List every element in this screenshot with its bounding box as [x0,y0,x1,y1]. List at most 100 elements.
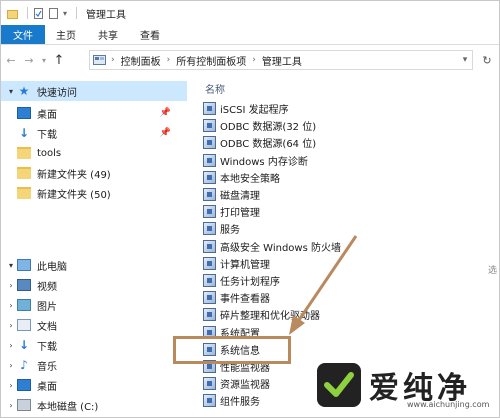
list-item[interactable]: 磁盘清理 [203,186,260,203]
list-item-label: 组件服务 [220,397,260,409]
pin-icon[interactable]: 📌 [160,108,171,118]
pin-icon[interactable]: 📌 [160,128,171,138]
admin-tool-icon [203,256,216,270]
expand-chevron-icon[interactable]: › [5,401,17,410]
list-item-label: 服务 [220,225,240,237]
nav-item-local-disk-c[interactable]: › 本地磁盘 (C:) [1,395,187,415]
nav-label: 图片 [37,301,57,313]
tab-share[interactable]: 共享 [87,25,129,44]
list-item[interactable]: 组件服务 [203,392,260,409]
nav-item-documents[interactable]: › 文档 [1,315,187,335]
nav-label: 此电脑 [37,261,67,273]
back-arrow-icon[interactable]: ← [3,51,19,69]
nav-item-new-folder-50[interactable]: 新建文件夹 (50) [1,183,187,203]
admin-tool-icon [203,222,216,236]
breadcrumb-separator-icon[interactable]: › [252,55,256,65]
admin-tool-icon [203,119,216,133]
quick-access-toolbar: ▾ [7,7,82,19]
tab-home[interactable]: 主页 [45,25,87,44]
list-item-label: 碎片整理和优化驱动器 [220,311,320,323]
breadcrumb-control-panel[interactable]: 控制面板 [121,53,161,68]
expand-chevron-icon[interactable]: › [5,281,17,290]
nav-label: 新建文件夹 (49) [37,169,111,181]
nav-label: 视频 [37,281,57,293]
admin-tool-icon [203,377,216,391]
up-arrow-icon[interactable]: ↑ [51,51,67,69]
title-bar: ▾ 管理工具 [1,1,499,25]
brand-logo-icon [317,363,361,407]
breadcrumb-separator-icon[interactable]: › [167,55,171,65]
download-icon: ↓ [18,126,30,140]
breadcrumb-admin-tools[interactable]: 管理工具 [262,53,302,68]
list-item[interactable]: 资源监视器 [203,375,270,392]
address-bar[interactable]: › 控制面板 › 所有控制面板项 › 管理工具 ▾ [89,50,473,70]
new-folder-icon[interactable] [48,7,59,19]
nav-item-pictures[interactable]: › 图片 [1,295,187,315]
tab-file[interactable]: 文件 [1,25,45,44]
admin-tool-icon [203,170,216,184]
expand-chevron-icon[interactable]: › [5,381,17,390]
music-icon: ♪ [20,358,28,372]
nav-label: 音乐 [37,361,57,373]
list-item[interactable]: 打印管理 [203,203,260,220]
admin-tool-icon [203,153,216,167]
refresh-icon[interactable]: ↻ [479,52,495,68]
nav-item-desktop[interactable]: 桌面 📌 [1,103,187,123]
list-item-label: 高级安全 Windows 防火墙 [220,242,341,254]
folder-icon [7,9,18,19]
list-item[interactable]: 高级安全 Windows 防火墙 [203,238,341,255]
admin-tool-icon [203,205,216,219]
breadcrumb-all-items[interactable]: 所有控制面板项 [176,53,246,68]
toolbar-divider [27,7,28,19]
column-header-name[interactable]: 名称 [205,81,225,96]
properties-icon[interactable] [33,7,44,19]
nav-label: 下载 [37,129,57,141]
list-item[interactable]: 本地安全策略 [203,169,280,186]
list-item[interactable]: 计算机管理 [203,255,270,272]
list-item[interactable]: 碎片整理和优化驱动器 [203,306,320,323]
nav-quick-access[interactable]: ▾ ★ 快速访问 [1,81,187,101]
list-item[interactable]: Windows 内存诊断 [203,152,308,169]
list-item-label: 本地安全策略 [220,173,280,185]
recent-locations-chevron-icon[interactable]: ▾ [39,51,49,69]
folder-icon [17,147,31,159]
nav-item-desktop-pc[interactable]: › 桌面 [1,375,187,395]
list-item-label: 任务计划程序 [220,277,280,288]
list-item[interactable]: 任务计划程序 [203,272,280,289]
nav-item-music[interactable]: › ♪ 音乐 [1,355,187,375]
forward-arrow-icon[interactable]: → [21,51,37,69]
collapse-chevron-icon[interactable]: ▾ [5,261,17,270]
nav-item-tools[interactable]: tools [1,143,187,163]
documents-icon [17,319,31,331]
admin-tool-icon [203,291,216,305]
list-item-label: Windows 内存诊断 [220,156,308,168]
list-item-label: 磁盘清理 [220,191,260,202]
nav-item-downloads-pc[interactable]: › ↓ 下载 [1,335,187,355]
expand-chevron-icon[interactable]: › [5,321,17,330]
list-item-label: 计算机管理 [220,259,270,271]
qat-dropdown-icon[interactable]: ▾ [63,9,67,18]
expand-chevron-icon[interactable]: › [5,301,17,310]
list-item-label: ODBC 数据源(64 位) [220,139,317,151]
admin-tool-icon [203,394,216,408]
list-item[interactable]: ODBC 数据源(32 位) [203,117,316,134]
collapse-chevron-icon[interactable]: ▾ [5,87,17,96]
nav-item-downloads[interactable]: ↓ 下载 📌 [1,123,187,143]
navigation-pane: ▾ ★ 快速访问 桌面 📌 ↓ 下载 📌 tools 新建文件夹 (49) 新建… [1,77,189,417]
nav-item-videos[interactable]: › 视频 [1,275,187,295]
desktop-icon [17,379,31,391]
expand-chevron-icon[interactable]: › [5,341,17,350]
expand-chevron-icon[interactable]: › [5,361,17,370]
list-item[interactable]: 服务 [203,220,240,237]
nav-item-new-folder-49[interactable]: 新建文件夹 (49) [1,163,187,183]
list-item[interactable]: iSCSI 发起程序 [203,100,289,117]
breadcrumb-separator-icon[interactable]: › [111,55,115,65]
address-dropdown-icon[interactable]: ▾ [458,51,472,69]
tab-view[interactable]: 查看 [129,25,171,44]
nav-label: 快速访问 [37,87,77,99]
nav-this-pc[interactable]: ▾ 此电脑 [1,255,187,275]
list-item[interactable]: 事件查看器 [203,289,270,306]
list-item[interactable]: ODBC 数据源(64 位) [203,134,316,151]
admin-tool-icon [203,136,216,150]
desktop-icon [17,107,31,119]
